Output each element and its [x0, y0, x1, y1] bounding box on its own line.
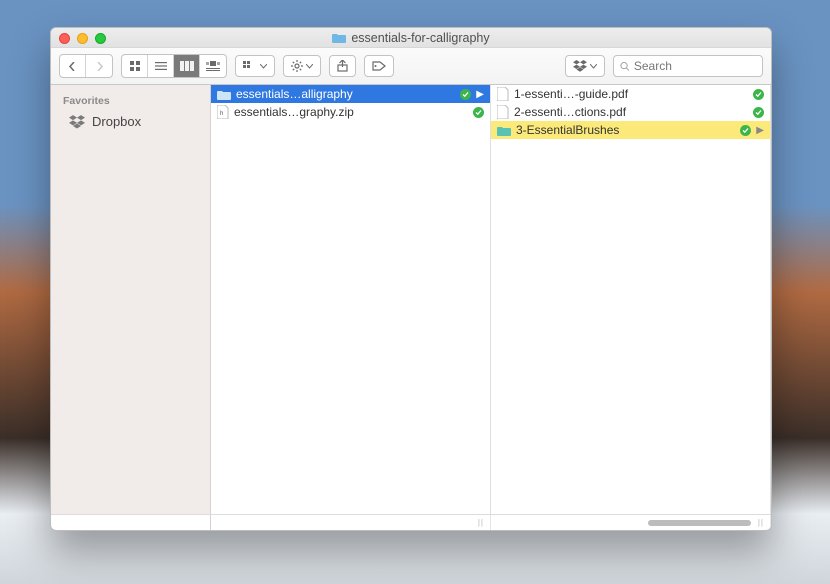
file-row[interactable]: 1-essenti…-guide.pdf	[491, 85, 770, 103]
sidebar: Favorites Dropbox	[51, 85, 211, 514]
horizontal-scrollbar[interactable]	[51, 516, 771, 530]
file-name: 3-EssentialBrushes	[516, 123, 735, 137]
sync-status-icon	[753, 107, 764, 118]
share-icon	[337, 60, 348, 72]
action-button[interactable]	[283, 55, 321, 77]
icon-view-button[interactable]	[122, 55, 148, 77]
content-area: Favorites Dropbox essentials…alligraphy …	[51, 85, 771, 514]
toolbar	[51, 48, 771, 85]
window-title-text: essentials-for-calligraphy	[351, 31, 489, 45]
chevron-right-icon: ▶	[756, 125, 764, 136]
chevron-down-icon	[306, 64, 313, 69]
share-button[interactable]	[329, 55, 356, 77]
tags-button[interactable]	[364, 55, 394, 77]
chevron-down-icon	[590, 64, 597, 69]
sync-status-icon	[473, 107, 484, 118]
file-name: 2-essenti…ctions.pdf	[514, 105, 748, 119]
dropbox-icon	[573, 60, 587, 72]
column-1[interactable]: 1-essenti…-guide.pdf 2-essenti…ctions.pd…	[491, 85, 771, 514]
folder-icon	[497, 125, 511, 136]
gear-icon	[291, 60, 303, 72]
arrange-icon	[243, 61, 257, 71]
forward-button[interactable]	[86, 55, 112, 77]
traffic-lights	[59, 33, 106, 44]
chevron-down-icon	[260, 64, 267, 69]
coverflow-view-button[interactable]	[200, 55, 226, 77]
close-button[interactable]	[59, 33, 70, 44]
sync-status-icon	[753, 89, 764, 100]
file-row[interactable]: h essentials…graphy.zip	[211, 103, 490, 121]
sync-status-icon	[740, 125, 751, 136]
search-input[interactable]	[634, 59, 756, 73]
tag-icon	[372, 61, 386, 71]
minimize-button[interactable]	[77, 33, 88, 44]
list-view-button[interactable]	[148, 55, 174, 77]
dropbox-icon	[69, 115, 85, 129]
dropbox-button[interactable]	[565, 55, 605, 77]
desktop-background: essentials-for-calligraphy	[0, 0, 830, 584]
file-row[interactable]: 2-essenti…ctions.pdf	[491, 103, 770, 121]
folder-icon	[217, 89, 231, 100]
sidebar-item-label: Dropbox	[92, 114, 141, 129]
nav-buttons	[59, 54, 113, 78]
search-icon	[620, 61, 630, 72]
svg-text:h: h	[220, 111, 223, 117]
back-button[interactable]	[60, 55, 86, 77]
sidebar-header-favorites: Favorites	[51, 91, 210, 111]
column-0[interactable]: essentials…alligraphy ▶ h essentials…gra…	[211, 85, 491, 514]
arrange-button[interactable]	[235, 55, 275, 77]
search-field[interactable]	[613, 55, 763, 77]
sync-status-icon	[460, 89, 471, 100]
scrollbar-thumb[interactable]	[648, 520, 751, 526]
view-mode-buttons	[121, 54, 227, 78]
titlebar[interactable]: essentials-for-calligraphy	[51, 28, 771, 48]
column-view-button[interactable]	[174, 55, 200, 77]
chevron-right-icon: ▶	[476, 89, 484, 100]
file-name: 1-essenti…-guide.pdf	[514, 87, 748, 101]
column-browser: essentials…alligraphy ▶ h essentials…gra…	[211, 85, 771, 514]
file-icon: h	[217, 105, 229, 119]
file-name: essentials…graphy.zip	[234, 105, 468, 119]
window-title: essentials-for-calligraphy	[51, 31, 771, 45]
finder-window: essentials-for-calligraphy	[50, 27, 772, 531]
sidebar-item-dropbox[interactable]: Dropbox	[51, 111, 210, 132]
zoom-button[interactable]	[95, 33, 106, 44]
file-icon	[497, 87, 509, 101]
file-row[interactable]: essentials…alligraphy ▶	[211, 85, 490, 103]
file-icon	[497, 105, 509, 119]
file-row[interactable]: 3-EssentialBrushes ▶	[491, 121, 770, 139]
folder-icon	[332, 32, 346, 43]
file-name: essentials…alligraphy	[236, 87, 455, 101]
